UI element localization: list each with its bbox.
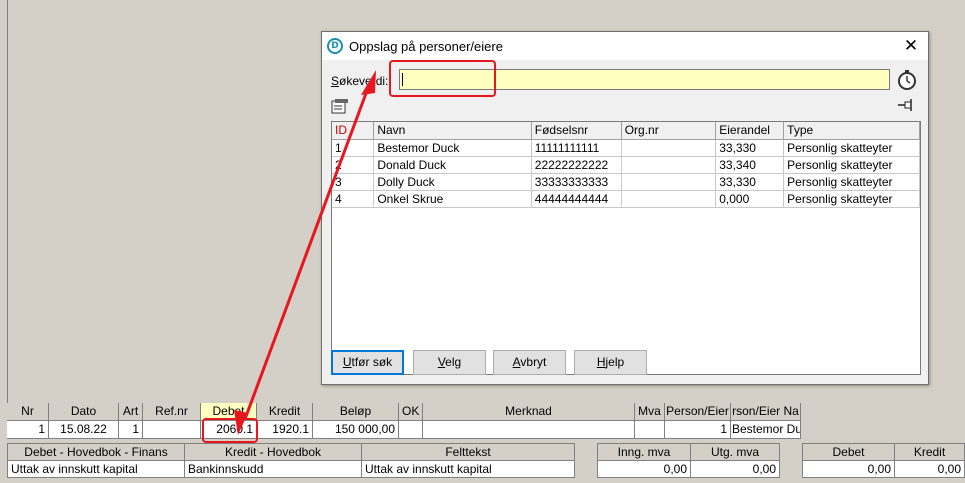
total-kredit-header: Kredit	[894, 443, 965, 461]
search-label: Søkeverdi:	[331, 74, 389, 88]
table-row[interactable]: 2 Donald Duck 22222222222 33,340 Personl…	[332, 156, 920, 174]
col-header-orgnr[interactable]: Org.nr	[621, 122, 717, 140]
dialog-titlebar[interactable]: D Oppslag på personer/eiere ✕	[322, 32, 928, 60]
select-button[interactable]: Velg	[413, 350, 486, 375]
col-header-refnr[interactable]: Ref.nr	[143, 403, 201, 421]
cell-merknad[interactable]	[423, 421, 635, 439]
debet-account-header: Debet - Hovedbok - Finans	[7, 443, 185, 461]
kredit-account-header: Kredit - Hovedbok	[184, 443, 362, 461]
col-header-person-eier-navn[interactable]: rson/Eier Na	[731, 403, 801, 421]
cell-fodselsnr: 44444444444	[531, 190, 622, 208]
col-header-merknad[interactable]: Merknad	[423, 403, 635, 421]
cell-fodselsnr: 22222222222	[531, 156, 622, 174]
col-header-art[interactable]: Art	[119, 403, 143, 421]
utg-mva-value: 0,00	[690, 460, 780, 478]
cell-fodselsnr: 11111111111	[531, 139, 622, 157]
cell-orgnr	[621, 156, 717, 174]
help-button[interactable]: Hjelp	[574, 350, 647, 375]
cell-id: 2	[332, 156, 375, 174]
col-header-eierandel[interactable]: Eierandel	[715, 122, 785, 140]
cancel-button[interactable]: Avbryt	[493, 350, 566, 375]
pin-icon[interactable]	[896, 98, 916, 112]
cell-navn: Dolly Duck	[373, 173, 532, 191]
cell-navn: Onkel Skrue	[373, 190, 532, 208]
cell-refnr[interactable]	[143, 421, 201, 439]
kredit-account-value[interactable]: Bankinnskudd	[184, 460, 362, 478]
col-header-id[interactable]: ID	[332, 122, 375, 140]
left-divider	[7, 0, 8, 404]
utg-mva-header: Utg. mva	[690, 443, 780, 461]
cell-art[interactable]: 1	[119, 421, 143, 439]
cell-type: Personlig skatteyter	[783, 156, 920, 174]
cell-person-eier-navn[interactable]: Bestemor Du	[731, 421, 801, 439]
search-field-highlight	[389, 60, 496, 97]
col-header-dato[interactable]: Dato	[49, 403, 119, 421]
results-grid[interactable]: ID Navn Fødselsnr Org.nr Eierandel Type …	[331, 121, 921, 375]
col-header-navn[interactable]: Navn	[373, 122, 532, 140]
cell-orgnr	[621, 139, 717, 157]
table-row[interactable]: 3 Dolly Duck 33333333333 33,330 Personli…	[332, 173, 920, 191]
cell-kredit[interactable]: 1920.1	[257, 421, 313, 439]
app-logo-icon: D	[327, 38, 343, 54]
inng-mva-header: Inng. mva	[597, 443, 691, 461]
cell-navn: Bestemor Duck	[373, 139, 532, 157]
cell-nr[interactable]: 1	[7, 421, 49, 439]
cell-type: Personlig skatteyter	[783, 139, 920, 157]
col-header-mva[interactable]: Mva	[635, 403, 665, 421]
cell-eierandel: 0,000	[715, 190, 785, 208]
col-header-nr[interactable]: Nr	[7, 403, 49, 421]
cell-id: 4	[332, 190, 375, 208]
dialog-title: Oppslag på personer/eiere	[349, 39, 503, 54]
grid-header-row: ID Navn Fødselsnr Org.nr Eierandel Type	[332, 122, 920, 140]
stopwatch-icon[interactable]	[896, 69, 918, 91]
cell-eierandel: 33,330	[715, 173, 785, 191]
cell-orgnr	[621, 173, 717, 191]
table-row[interactable]: 1 Bestemor Duck 11111111111 33,330 Perso…	[332, 139, 920, 157]
close-icon[interactable]: ✕	[900, 35, 922, 57]
inng-mva-value: 0,00	[597, 460, 691, 478]
col-header-ok[interactable]: OK	[399, 403, 423, 421]
debet-cell-highlight	[202, 418, 258, 443]
cell-fodselsnr: 33333333333	[531, 173, 622, 191]
cell-id: 3	[332, 173, 375, 191]
properties-icon[interactable]	[331, 98, 349, 114]
col-header-type[interactable]: Type	[783, 122, 920, 140]
cell-type: Personlig skatteyter	[783, 190, 920, 208]
col-header-person-eier[interactable]: Person/Eier	[665, 403, 731, 421]
total-kredit-value: 0,00	[894, 460, 965, 478]
search-button[interactable]: Utfør søk	[331, 350, 404, 375]
cell-belop[interactable]: 150 000,00	[313, 421, 399, 439]
total-debet-value: 0,00	[802, 460, 895, 478]
cell-eierandel: 33,330	[715, 139, 785, 157]
table-row[interactable]: 4 Onkel Skrue 44444444444 0,000 Personli…	[332, 190, 920, 208]
cell-dato[interactable]: 15.08.22	[49, 421, 119, 439]
cell-mva[interactable]	[635, 421, 665, 439]
results-table: ID Navn Fødselsnr Org.nr Eierandel Type …	[332, 122, 920, 208]
cell-orgnr	[621, 190, 717, 208]
col-header-fodselsnr[interactable]: Fødselsnr	[531, 122, 622, 140]
cell-id: 1	[332, 139, 375, 157]
col-header-belop[interactable]: Beløp	[313, 403, 399, 421]
cell-person-eier[interactable]: 1	[665, 421, 731, 439]
cell-type: Personlig skatteyter	[783, 173, 920, 191]
felttekst-value[interactable]: Uttak av innskutt kapital	[361, 460, 575, 478]
total-debet-header: Debet	[802, 443, 895, 461]
felttekst-header: Felttekst	[361, 443, 575, 461]
cell-ok[interactable]	[399, 421, 423, 439]
cell-eierandel: 33,340	[715, 156, 785, 174]
cell-navn: Donald Duck	[373, 156, 532, 174]
col-header-kredit[interactable]: Kredit	[257, 403, 313, 421]
debet-account-value[interactable]: Uttak av innskutt kapital	[7, 460, 185, 478]
